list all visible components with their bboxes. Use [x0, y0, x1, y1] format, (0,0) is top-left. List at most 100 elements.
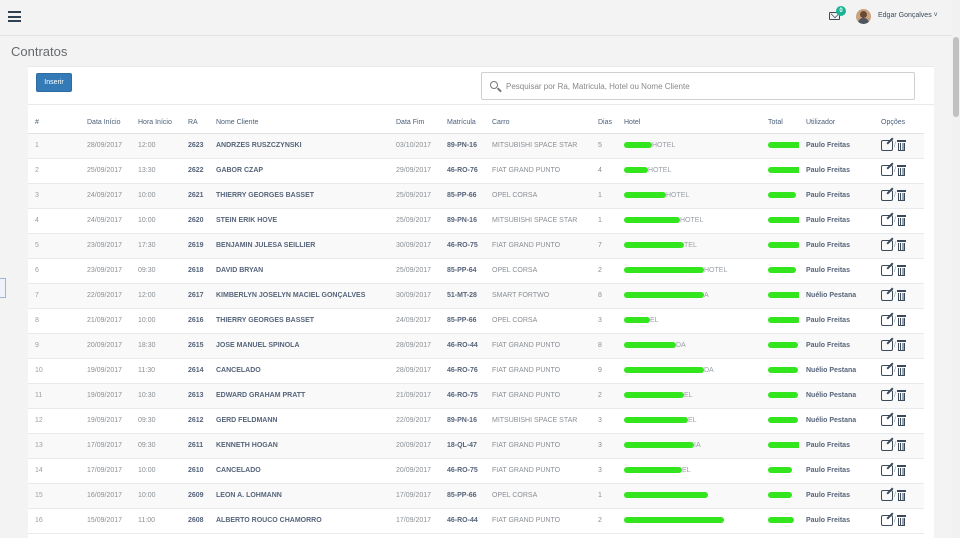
trash-icon[interactable]	[896, 365, 906, 376]
license-plate: 89-PN-16	[440, 408, 485, 434]
user-name: Paulo Freitas	[799, 158, 874, 184]
trash-icon[interactable]	[896, 215, 906, 226]
ra-number: 2618	[181, 258, 209, 284]
edit-icon[interactable]	[881, 340, 893, 351]
separator: /	[894, 317, 896, 324]
client-name: CANCELADO	[209, 458, 389, 484]
search-input[interactable]	[506, 79, 906, 93]
trash-icon[interactable]	[896, 265, 906, 276]
edit-icon[interactable]	[881, 465, 893, 476]
table-row[interactable]: 16 15/09/2017 11:00 2608 ALBERTO ROUCO CHAMO…	[28, 508, 924, 534]
start-time: 10:00	[131, 183, 181, 209]
options-cell: /	[874, 458, 924, 484]
total-cell	[761, 233, 799, 259]
table-row[interactable]: 14 17/09/2017 10:00 2610 CANCELADO 20/09/2017…	[28, 458, 924, 484]
start-time: 18:30	[131, 333, 181, 359]
table-row[interactable]: 1 28/09/2017 12:00 2623 ANDRZES RUSZCZYNSKI 0…	[28, 133, 924, 159]
edit-icon[interactable]	[881, 365, 893, 376]
hotel-name: HOTEL	[680, 217, 704, 224]
table-row[interactable]: 11 19/09/2017 10:30 2613 EDWARD GRAHAM PRATT…	[28, 383, 924, 409]
trash-icon[interactable]	[896, 290, 906, 301]
side-collapse-tab[interactable]	[0, 278, 6, 298]
separator: /	[894, 192, 896, 199]
hotel-cell: EL	[617, 308, 761, 334]
edit-icon[interactable]	[881, 190, 893, 201]
insert-button[interactable]: Inserir	[36, 73, 72, 92]
start-date: 17/09/2017	[80, 433, 131, 459]
user-menu[interactable]: Edgar Gonçalves ˅	[878, 12, 938, 19]
trash-icon[interactable]	[896, 165, 906, 176]
license-plate: 85-PP-66	[440, 308, 485, 334]
edit-icon[interactable]	[881, 490, 893, 501]
table-row[interactable]: 6 23/09/2017 09:30 2618 DAVID BRYAN 25/09/201…	[28, 258, 924, 284]
edit-icon[interactable]	[881, 515, 893, 526]
trash-icon[interactable]	[896, 415, 906, 426]
days-count: 8	[591, 333, 617, 359]
start-date: 28/09/2017	[80, 133, 131, 159]
edit-icon[interactable]	[881, 165, 893, 176]
table-row[interactable]: 12 19/09/2017 09:30 2612 GERD FELDMANN 22/09/…	[28, 408, 924, 434]
client-name: KENNETH HOGAN	[209, 433, 389, 459]
trash-icon[interactable]	[896, 490, 906, 501]
options-cell: /	[874, 433, 924, 459]
menu-toggle-icon[interactable]	[8, 11, 21, 22]
options-cell: /	[874, 358, 924, 384]
column-header: Matrícula	[440, 113, 485, 134]
hotel-cell	[617, 508, 761, 534]
table-row[interactable]: 13 17/09/2017 09:30 2611 KENNETH HOGAN 20/09/…	[28, 433, 924, 459]
trash-icon[interactable]	[896, 390, 906, 401]
hotel-cell: A	[617, 283, 761, 309]
edit-icon[interactable]	[881, 240, 893, 251]
table-row[interactable]: 10 19/09/2017 11:30 2614 CANCELADO 28/09/2017…	[28, 358, 924, 384]
column-header: Total	[761, 113, 799, 134]
license-plate: 46-RO-76	[440, 158, 485, 184]
table-row[interactable]: 5 23/09/2017 17:30 2619 BENJAMIN JULESA SEIL…	[28, 233, 924, 259]
table-row[interactable]: 9 20/09/2017 18:30 2615 JOSE MANUEL SPINOLA 2…	[28, 333, 924, 359]
hotel-name: EL	[684, 392, 693, 399]
start-date: 17/09/2017	[80, 458, 131, 484]
days-count: 9	[591, 358, 617, 384]
edit-icon[interactable]	[881, 440, 893, 451]
trash-icon[interactable]	[896, 315, 906, 326]
end-date: 21/09/2017	[389, 383, 440, 409]
total-cell	[761, 383, 799, 409]
start-time: 10:00	[131, 208, 181, 234]
redaction-mark	[624, 292, 704, 299]
edit-icon[interactable]	[881, 140, 893, 151]
client-name: KIMBERLYN JOSELYN MACIEL GONÇALVES	[209, 283, 389, 309]
client-name: GABOR CZAP	[209, 158, 389, 184]
edit-icon[interactable]	[881, 265, 893, 276]
options-cell: /	[874, 133, 924, 159]
edit-icon[interactable]	[881, 315, 893, 326]
redaction-mark	[624, 242, 684, 249]
trash-icon[interactable]	[896, 465, 906, 476]
row-number: 13	[28, 433, 80, 459]
avatar[interactable]	[856, 9, 871, 24]
start-date: 16/09/2017	[80, 483, 131, 509]
trash-icon[interactable]	[896, 140, 906, 151]
edit-icon[interactable]	[881, 415, 893, 426]
trash-icon[interactable]	[896, 340, 906, 351]
table-row[interactable]: 8 21/09/2017 10:00 2616 THIERRY GEORGES BASS…	[28, 308, 924, 334]
edit-icon[interactable]	[881, 215, 893, 226]
table-row[interactable]: 4 24/09/2017 10:00 2620 STEIN ERIK HOVE 25/09…	[28, 208, 924, 234]
trash-icon[interactable]	[896, 515, 906, 526]
trash-icon[interactable]	[896, 240, 906, 251]
table-row[interactable]: 2 25/09/2017 13:30 2622 GABOR CZAP 29/09/2017…	[28, 158, 924, 184]
license-plate: 46-RO-75	[440, 458, 485, 484]
edit-icon[interactable]	[881, 290, 893, 301]
page-scrollbar[interactable]	[952, 0, 960, 538]
contracts-panel: Inserir #Data InícioHora InícioRANome Cl…	[28, 66, 934, 538]
table-row[interactable]: 3 24/09/2017 10:00 2621 THIERRY GEORGES BASS…	[28, 183, 924, 209]
row-number: 7	[28, 283, 80, 309]
scrollbar-thumb[interactable]	[953, 37, 959, 117]
trash-icon[interactable]	[896, 440, 906, 451]
edit-icon[interactable]	[881, 390, 893, 401]
separator: /	[894, 417, 896, 424]
car-model: MITSUBISHI SPACE STAR	[485, 408, 591, 434]
trash-icon[interactable]	[896, 190, 906, 201]
table-row[interactable]: 15 16/09/2017 10:00 2609 LEON A. LOHMANN 17/0…	[28, 483, 924, 509]
days-count: 1	[591, 208, 617, 234]
car-model: MITSUBISHI SPACE STAR	[485, 208, 591, 234]
table-row[interactable]: 7 22/09/2017 12:00 2617 KIMBERLYN JOSELYN MA…	[28, 283, 924, 309]
